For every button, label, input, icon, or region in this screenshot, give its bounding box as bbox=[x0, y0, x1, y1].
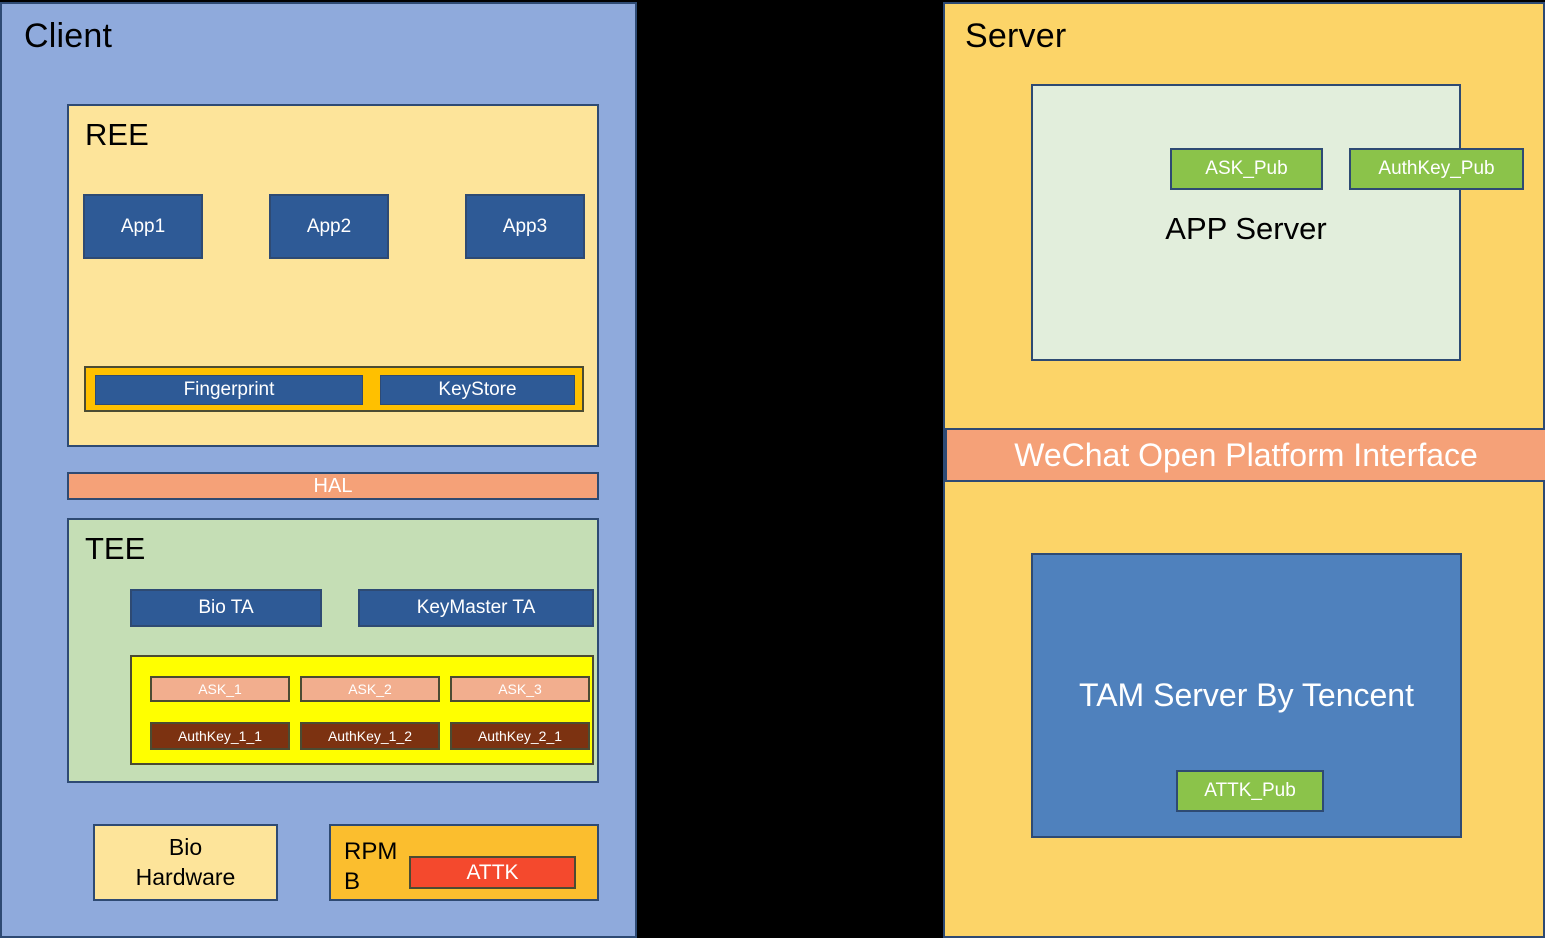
fingerprint-label: Fingerprint bbox=[183, 379, 275, 400]
key-chip-ask-2[interactable]: ASK_2 bbox=[300, 676, 440, 702]
bio-hardware-line1: Bio bbox=[168, 833, 203, 860]
key-chip-attk[interactable]: ATTK bbox=[409, 856, 576, 889]
authkey-1-1-label: AuthKey_1_1 bbox=[177, 728, 263, 744]
key-chip-ask-3[interactable]: ASK_3 bbox=[450, 676, 590, 702]
server-title: Server bbox=[965, 17, 1067, 55]
app-server-container: ASK_Pub AuthKey_Pub APP Server bbox=[1031, 84, 1524, 361]
key-chip-ask-pub[interactable]: ASK_Pub bbox=[1170, 148, 1323, 190]
key-chip-attk-pub[interactable]: ATTK_Pub bbox=[1176, 770, 1324, 812]
attk-pub-label: ATTK_Pub bbox=[1204, 780, 1296, 801]
ask-2-label: ASK_2 bbox=[348, 681, 392, 697]
ask-pub-label: ASK_Pub bbox=[1205, 158, 1288, 179]
ask-3-label: ASK_3 bbox=[498, 681, 542, 697]
bio-hardware-line2: Hardware bbox=[135, 863, 236, 890]
bio-ta-box[interactable]: Bio TA bbox=[130, 589, 322, 627]
key-chip-authkey-1-2[interactable]: AuthKey_1_2 bbox=[300, 722, 440, 750]
tam-server-title: TAM Server By Tencent bbox=[1079, 677, 1414, 713]
app-server-title: APP Server bbox=[1165, 211, 1327, 246]
wechat-open-platform-interface-band[interactable]: WeChat Open Platform Interface bbox=[945, 428, 1545, 482]
client-title: Client bbox=[24, 17, 113, 55]
bio-ta-label: Bio TA bbox=[198, 597, 254, 618]
authkey-1-2-label: AuthKey_1_2 bbox=[327, 728, 413, 744]
rpmb-line1: RPM bbox=[344, 838, 398, 865]
key-chip-authkey-pub[interactable]: AuthKey_Pub bbox=[1349, 148, 1524, 190]
app-box-app3[interactable]: App3 bbox=[465, 194, 585, 259]
hal-label: HAL bbox=[313, 474, 353, 497]
app-box-app2[interactable]: App2 bbox=[269, 194, 389, 259]
ree-label: REE bbox=[85, 117, 149, 152]
key-chip-authkey-1-1[interactable]: AuthKey_1_1 bbox=[150, 722, 290, 750]
app-box-app1[interactable]: App1 bbox=[83, 194, 203, 259]
authkey-2-1-label: AuthKey_2_1 bbox=[477, 728, 563, 744]
ree-services-group: Fingerprint KeyStore bbox=[84, 366, 584, 412]
bio-hardware-box[interactable]: Bio Hardware bbox=[93, 824, 278, 901]
tam-server-container: TAM Server By Tencent ATTK_Pub bbox=[1031, 553, 1462, 838]
fingerprint-service-box[interactable]: Fingerprint bbox=[95, 375, 363, 405]
authkey-pub-label: AuthKey_Pub bbox=[1378, 158, 1495, 179]
wechat-interface-label: WeChat Open Platform Interface bbox=[1014, 436, 1478, 473]
hal-bar: HAL bbox=[67, 472, 599, 500]
attk-label: ATTK bbox=[466, 860, 519, 884]
server-panel: Server ASK_Pub AuthKey_Pub APP Server We… bbox=[943, 2, 1545, 938]
rpmb-line2: B bbox=[344, 868, 361, 895]
key-chip-authkey-2-1[interactable]: AuthKey_2_1 bbox=[450, 722, 590, 750]
keymaster-ta-box[interactable]: KeyMaster TA bbox=[358, 589, 594, 627]
rpmb-box[interactable]: RPM B ATTK bbox=[329, 824, 599, 901]
client-panel: Client REE App1 App2 App3 Fingerprint Ke… bbox=[0, 2, 637, 938]
tee-key-vault: ASK_1 ASK_2 ASK_3 AuthKey_1_1 AuthKey_1_… bbox=[130, 655, 594, 765]
app3-label: App3 bbox=[502, 215, 548, 237]
key-chip-ask-1[interactable]: ASK_1 bbox=[150, 676, 290, 702]
tee-label: TEE bbox=[85, 531, 146, 566]
keystore-service-box[interactable]: KeyStore bbox=[380, 375, 575, 405]
app2-label: App2 bbox=[306, 215, 352, 237]
ask-1-label: ASK_1 bbox=[198, 681, 242, 697]
keymaster-ta-label: KeyMaster TA bbox=[416, 597, 536, 618]
keystore-label: KeyStore bbox=[438, 379, 517, 400]
rpmb-label: RPM B bbox=[344, 837, 398, 897]
app1-label: App1 bbox=[120, 215, 166, 237]
